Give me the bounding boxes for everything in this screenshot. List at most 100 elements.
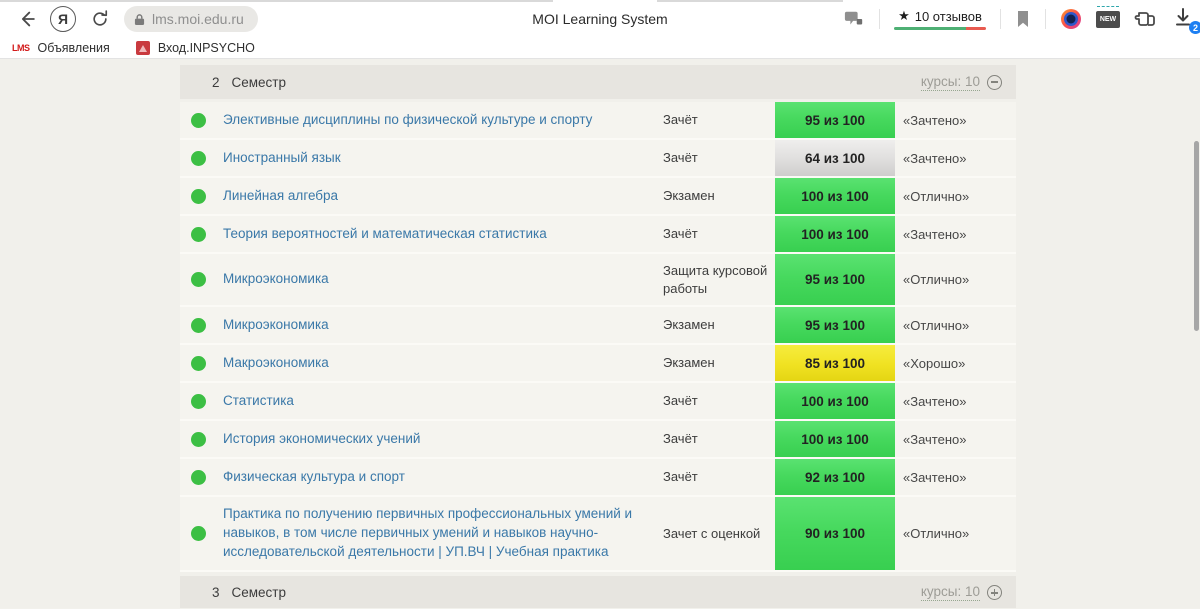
bookmark-button[interactable] <box>1015 10 1031 28</box>
semester-expand-control[interactable]: курсы: 10 <box>921 584 1002 601</box>
collections-icon <box>1134 9 1158 29</box>
courses-count-link[interactable]: курсы: 10 <box>921 584 980 601</box>
grade-text: «Отлично» <box>895 272 1016 287</box>
status-cell <box>180 189 223 204</box>
bookmarks-bar: LMS Объявления Вход.INPSYCHO <box>0 38 1200 59</box>
course-link[interactable]: Иностранный язык <box>223 150 341 165</box>
grade-text: «Зачтено» <box>895 113 1016 128</box>
status-cell <box>180 227 223 242</box>
site-rating[interactable]: ★ 10 отзывов <box>894 8 986 30</box>
bookmark-label: Вход.INPSYCHO <box>158 41 255 55</box>
collapse-minus-icon[interactable] <box>987 75 1002 90</box>
status-dot-icon <box>191 432 206 447</box>
rating-bar-positive <box>894 27 966 30</box>
downloads-button[interactable]: 2 <box>1172 6 1198 32</box>
courses-count-link[interactable]: курсы: 10 <box>921 74 980 91</box>
course-row: История экономических учений Зачёт 100 и… <box>180 421 1016 459</box>
grade-text: «Отлично» <box>895 318 1016 333</box>
status-dot-icon <box>191 227 206 242</box>
grade-text: «Зачтено» <box>895 227 1016 242</box>
yandex-logo-button[interactable]: Я <box>50 6 76 32</box>
course-link[interactable]: Практика по получению первичных професси… <box>223 506 632 559</box>
feedback-button[interactable] <box>843 9 865 29</box>
back-button[interactable] <box>12 4 42 34</box>
status-cell <box>180 470 223 485</box>
semester-collapse-control[interactable]: курсы: 10 <box>921 74 1002 91</box>
extension-circle-button[interactable] <box>1060 8 1082 30</box>
course-name-cell: Теория вероятностей и математическая ста… <box>223 217 663 252</box>
status-dot-icon <box>191 189 206 204</box>
course-link[interactable]: Физическая культура и спорт <box>223 469 405 484</box>
semester-header-2: 2 Семестр курсы: 10 <box>180 65 1016 99</box>
bookmark-item-inpsycho[interactable]: Вход.INPSYCHO <box>136 41 255 55</box>
assessment-type: Экзамен <box>663 179 775 213</box>
browser-toolbar: MOI Learning System Я lms.moi.edu.ru <box>0 0 1200 38</box>
course-name-cell: Статистика <box>223 384 663 419</box>
back-arrow-icon <box>16 8 38 30</box>
assessment-type: Зачёт <box>663 422 775 456</box>
status-cell <box>180 356 223 371</box>
course-list: Элективные дисциплины по физической куль… <box>180 102 1016 572</box>
course-name-cell: Элективные дисциплины по физической куль… <box>223 103 663 138</box>
assessment-type: Зачёт <box>663 384 775 418</box>
score-badge: 100 из 100 <box>775 421 895 457</box>
course-link[interactable]: Элективные дисциплины по физической куль… <box>223 112 592 127</box>
course-link[interactable]: Макроэкономика <box>223 355 329 370</box>
course-row: Статистика Зачёт 100 из 100 «Зачтено» <box>180 383 1016 421</box>
score-badge: 100 из 100 <box>775 216 895 252</box>
course-row: Макроэкономика Экзамен 85 из 100 «Хорошо… <box>180 345 1016 383</box>
course-link[interactable]: Микроэкономика <box>223 317 329 332</box>
status-dot-icon <box>191 113 206 128</box>
course-name-cell: Иностранный язык <box>223 141 663 176</box>
course-name-cell: Микроэкономика <box>223 262 663 297</box>
course-link[interactable]: Линейная алгебра <box>223 188 338 203</box>
gradebook: 2 Семестр курсы: 10 Элективные дисциплин… <box>180 65 1016 608</box>
course-link[interactable]: Статистика <box>223 393 294 408</box>
expand-plus-icon[interactable] <box>987 585 1002 600</box>
score-badge: 90 из 100 <box>775 497 895 570</box>
score-badge: 100 из 100 <box>775 383 895 419</box>
grade-text: «Зачтено» <box>895 470 1016 485</box>
reviews-count-label: 10 отзывов <box>915 9 982 24</box>
grade-text: «Зачтено» <box>895 151 1016 166</box>
bookmark-item-lms[interactable]: LMS Объявления <box>12 41 110 55</box>
score-badge: 95 из 100 <box>775 254 895 305</box>
screenshot-new-button[interactable]: NEW <box>1096 11 1120 28</box>
refresh-button[interactable] <box>86 5 114 33</box>
course-row: Элективные дисциплины по физической куль… <box>180 102 1016 140</box>
assessment-type: Защита курсовой работы <box>663 254 775 305</box>
refresh-icon <box>90 9 110 29</box>
semester-header-3: 3 Семестр курсы: 10 <box>180 576 1016 608</box>
grade-text: «Зачтено» <box>895 394 1016 409</box>
course-row: Практика по получению первичных професси… <box>180 497 1016 572</box>
vertical-scrollbar[interactable] <box>1194 141 1199 331</box>
course-row: Иностранный язык Зачёт 64 из 100 «Зачтен… <box>180 140 1016 178</box>
course-link[interactable]: История экономических учений <box>223 431 420 446</box>
bookmark-icon <box>1015 10 1031 28</box>
score-badge: 85 из 100 <box>775 345 895 381</box>
assessment-type: Зачёт <box>663 460 775 494</box>
score-badge: 92 из 100 <box>775 459 895 495</box>
score-badge: 95 из 100 <box>775 102 895 138</box>
score-badge: 100 из 100 <box>775 178 895 214</box>
downloads-count-badge: 2 <box>1189 21 1200 34</box>
course-row: Физическая культура и спорт Зачёт 92 из … <box>180 459 1016 497</box>
grade-text: «Зачтено» <box>895 432 1016 447</box>
status-cell <box>180 432 223 447</box>
course-name-cell: Физическая культура и спорт <box>223 460 663 495</box>
semester-number: 3 <box>212 585 220 600</box>
grade-text: «Отлично» <box>895 526 1016 541</box>
assessment-type: Экзамен <box>663 308 775 342</box>
address-bar[interactable]: lms.moi.edu.ru <box>124 6 258 32</box>
status-dot-icon <box>191 394 206 409</box>
status-dot-icon <box>191 318 206 333</box>
assessment-type: Зачёт <box>663 103 775 137</box>
collections-button[interactable] <box>1134 9 1158 29</box>
assessment-type: Зачёт <box>663 217 775 251</box>
status-cell <box>180 526 223 541</box>
bookmark-label: Объявления <box>38 41 110 55</box>
course-link[interactable]: Микроэкономика <box>223 271 329 286</box>
course-link[interactable]: Теория вероятностей и математическая ста… <box>223 226 547 241</box>
assessment-type: Зачет с оценкой <box>663 517 775 551</box>
course-row: Теория вероятностей и математическая ста… <box>180 216 1016 254</box>
